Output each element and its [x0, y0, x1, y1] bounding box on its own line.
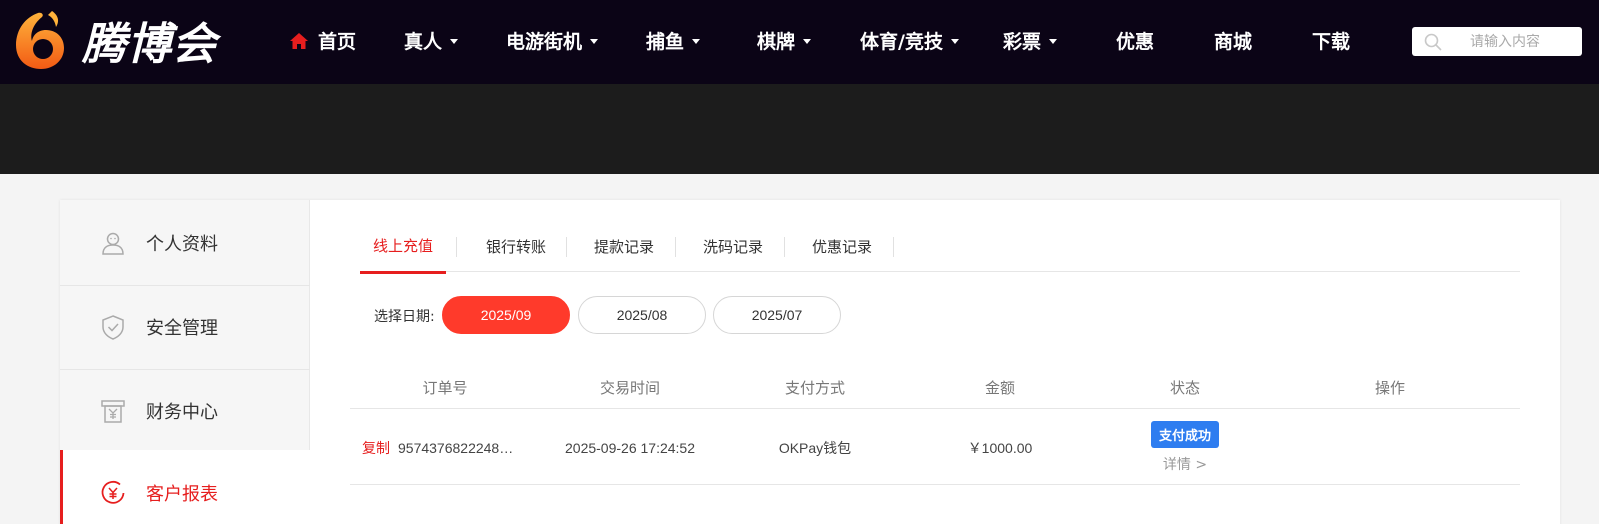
column-header: 金额	[984, 378, 1015, 397]
nav-item-promotions[interactable]: 优惠	[1116, 27, 1154, 54]
sidebar-item-label: 个人资料	[146, 233, 218, 255]
status-badge: 支付成功	[1150, 421, 1219, 448]
tab-promo-records[interactable]: 优惠记录	[794, 220, 890, 272]
nav-item-label: 体育/竞技	[860, 31, 943, 53]
nav-item-label: 捕鱼	[646, 31, 685, 53]
caret-down-icon	[692, 39, 701, 44]
nav-item-label: 棋牌	[757, 31, 796, 53]
sidebar-item-label: 客户报表	[146, 484, 218, 505]
nav-item-live[interactable]: 真人	[404, 27, 459, 54]
column-header: 订单号	[422, 378, 468, 397]
shield-icon	[102, 314, 124, 340]
flame-logo-icon	[16, 11, 64, 70]
copy-button[interactable]: 复制	[362, 438, 390, 458]
nav-item-cards[interactable]: 棋牌	[757, 27, 812, 54]
nav-item-arcade[interactable]: 电游街机	[506, 27, 599, 54]
sidebar-item-label: 财务中心	[146, 401, 218, 423]
nav-item-sports[interactable]: 体育/竞技	[860, 27, 959, 54]
amount: ￥1000.00	[967, 439, 1033, 456]
column-header: 支付方式	[784, 378, 845, 397]
account-panel: 个人资料 安全管理 财务中心 客户报表 线上充值 银行转账 提款记录 洗码记录 …	[60, 200, 1560, 524]
tab-separator	[784, 237, 785, 257]
tab-online-deposit[interactable]: 线上充值	[360, 220, 446, 274]
nav-item-label: 首页	[318, 31, 357, 53]
column-header: 操作	[1374, 378, 1405, 397]
search-icon[interactable]	[1424, 33, 1442, 51]
date-option-2025-08[interactable]: 2025/08	[578, 296, 706, 334]
nav-item-home[interactable]: 首页	[290, 27, 356, 54]
tab-separator	[675, 237, 676, 257]
transaction-time: 2025-09-26 17:24:52	[565, 439, 695, 456]
nav-item-mall[interactable]: 商城	[1214, 27, 1252, 54]
actions-cell	[1315, 410, 1465, 485]
tab-bank-transfer[interactable]: 银行转账	[468, 220, 564, 272]
caret-down-icon	[803, 39, 812, 44]
user-icon	[102, 232, 124, 255]
order-number: 9574376822248…	[398, 439, 514, 456]
nav-item-label: 下载	[1312, 31, 1351, 53]
detail-link[interactable]: 详情 >	[1163, 454, 1207, 474]
column-header: 状态	[1169, 378, 1200, 397]
nav-item-download[interactable]: 下载	[1312, 27, 1350, 54]
table-row: 复制 9574376822248… 2025-09-26 17:24:52 OK…	[350, 410, 1520, 485]
tab-separator	[456, 237, 457, 257]
table-header: 订单号 交易时间 支付方式 金额 状态 操作	[350, 365, 1520, 409]
record-tabs: 线上充值 银行转账 提款记录 洗码记录 优惠记录	[360, 220, 1520, 274]
tab-separator	[893, 237, 894, 257]
order-number-cell: 复制 9574376822248…	[362, 410, 542, 485]
brand-name: 腾博会	[82, 19, 217, 70]
home-icon	[290, 32, 308, 49]
nav-item-lottery[interactable]: 彩票	[1003, 27, 1058, 54]
sidebar: 个人资料 安全管理 财务中心 客户报表	[60, 200, 310, 524]
sidebar-item-finance[interactable]: 财务中心	[60, 368, 310, 454]
nav-item-label: 电游街机	[506, 31, 583, 53]
tab-rebate-records[interactable]: 洗码记录	[685, 220, 781, 272]
sidebar-item-label: 安全管理	[146, 317, 218, 339]
yuan-circle-icon	[101, 480, 125, 504]
sidebar-item-profile[interactable]: 个人资料	[60, 200, 310, 286]
caret-down-icon	[450, 39, 459, 44]
column-header: 交易时间	[599, 378, 660, 397]
status-cell: 支付成功 详情 >	[1110, 410, 1260, 485]
nav-item-label: 彩票	[1003, 31, 1042, 53]
top-navbar: 腾博会 首页 真人 电游街机 捕鱼 棋牌 体育/竞技 彩票 优惠 商城 下载 请…	[0, 0, 1599, 84]
tab-withdrawals[interactable]: 提款记录	[576, 220, 672, 272]
tab-separator	[566, 237, 567, 257]
sidebar-item-reports[interactable]: 客户报表	[60, 450, 310, 524]
date-filter-label: 选择日期:	[374, 309, 435, 325]
date-option-2025-07[interactable]: 2025/07	[713, 296, 841, 334]
payment-method: OKPay钱包	[778, 439, 852, 456]
nav-item-label: 优惠	[1116, 31, 1155, 53]
nav-item-label: 真人	[404, 31, 443, 53]
caret-down-icon	[950, 39, 959, 44]
date-option-2025-09[interactable]: 2025/09	[442, 296, 570, 334]
sidebar-item-security[interactable]: 安全管理	[60, 284, 310, 370]
caret-down-icon	[590, 39, 599, 44]
content-area: 线上充值 银行转账 提款记录 洗码记录 优惠记录 选择日期: 2025/09 2…	[310, 200, 1560, 524]
nav-item-fishing[interactable]: 捕鱼	[646, 27, 701, 54]
finance-icon	[101, 399, 125, 423]
nav-item-label: 商城	[1214, 31, 1253, 53]
caret-down-icon	[1049, 39, 1058, 44]
search-box	[1412, 27, 1582, 56]
banner	[0, 84, 1599, 174]
brand-logo[interactable]: 腾博会	[8, 4, 217, 76]
